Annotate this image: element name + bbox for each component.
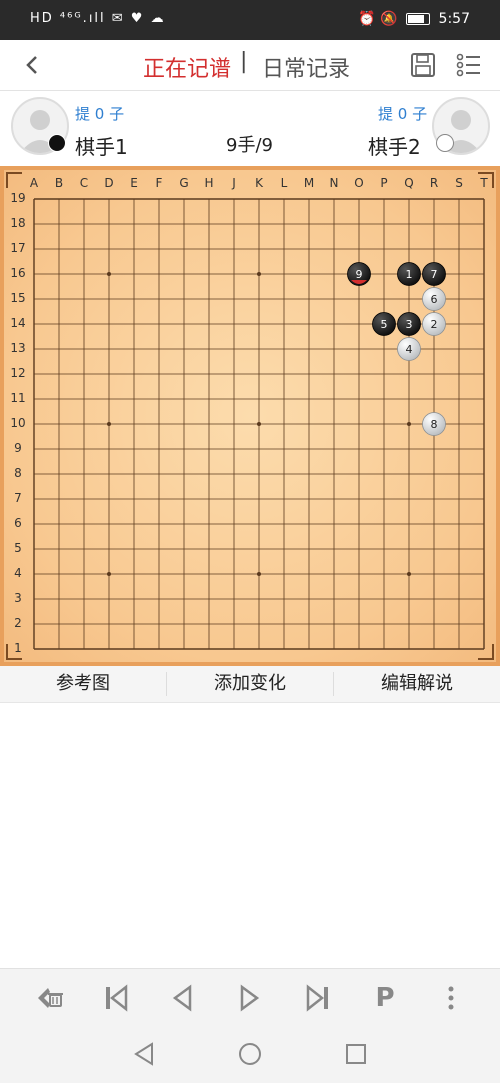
move-number: 9 (356, 268, 363, 281)
black-stone[interactable]: 3 (397, 312, 421, 336)
star-point (107, 422, 111, 426)
next-move-icon (240, 984, 260, 1012)
star-point (407, 572, 411, 576)
white-player-name[interactable]: 棋手2 (368, 131, 421, 160)
back-button[interactable] (18, 48, 48, 82)
star-point (257, 422, 261, 426)
player-row: 提 0 子 棋手1 9手/9 提 0 子 棋手2 (0, 91, 500, 163)
black-captures: 提 0 子 (75, 105, 125, 123)
board-grid: 1 2 3 4 5 6 7 8 9 (33, 198, 485, 650)
move-nav-toolbar: P (0, 968, 500, 1027)
list-icon (456, 53, 480, 77)
edit-comment-button[interactable]: 编辑解说 (334, 666, 500, 702)
system-home-icon[interactable] (238, 1042, 262, 1066)
last-move-button[interactable] (302, 983, 332, 1013)
last-move-icon (306, 984, 328, 1012)
floppy-icon (411, 53, 435, 77)
move-number: 6 (431, 293, 438, 306)
move-number: 2 (431, 318, 438, 331)
star-point (107, 572, 111, 576)
black-player-name[interactable]: 棋手1 (75, 131, 128, 160)
star-point (107, 272, 111, 276)
white-stone[interactable]: 2 (422, 312, 446, 336)
board-frame: ABCDEFGHJKLMNOPQRST 19 18 17 16 15 14 13 12 11 10… (0, 166, 500, 666)
pass-button[interactable]: P (370, 983, 400, 1013)
move-number: 3 (406, 318, 413, 331)
black-stone[interactable]: 1 (397, 262, 421, 286)
undo-delete-button[interactable] (36, 983, 66, 1013)
status-icons: HD ⁴⁶ᴳ.ıll ✉ ♥ ☁ (30, 11, 166, 26)
white-stone[interactable]: 6 (422, 287, 446, 311)
status-bar: HD ⁴⁶ᴳ.ıll ✉ ♥ ☁ ⏰ 🔕 5:57 (0, 0, 500, 40)
white-stone-icon (436, 134, 454, 152)
black-stone[interactable]: 7 (422, 262, 446, 286)
tab-daily-record[interactable]: 日常记录 (262, 51, 350, 83)
move-number: 1 (406, 268, 413, 281)
prev-move-icon (172, 984, 192, 1012)
add-variation-button[interactable]: 添加变化 (167, 666, 333, 702)
alarm-icon: ⏰ (358, 11, 376, 27)
chevron-left-icon (26, 56, 37, 74)
prev-move-button[interactable] (168, 983, 198, 1013)
move-number: 4 (406, 343, 413, 356)
move-counter: 9手/9 (226, 135, 273, 156)
star-point (407, 422, 411, 426)
mute-icon: 🔕 (380, 11, 398, 27)
white-stone[interactable]: 8 (422, 412, 446, 436)
system-nav-bar (0, 1026, 500, 1083)
black-stone[interactable]: 9 (347, 262, 371, 286)
reference-diagram-button[interactable]: 参考图 (0, 666, 166, 702)
white-stone[interactable]: 4 (397, 337, 421, 361)
move-number: 8 (431, 418, 438, 431)
black-stone-icon (48, 134, 66, 152)
more-icon (448, 986, 454, 1010)
first-move-icon (106, 984, 128, 1012)
go-board[interactable]: ABCDEFGHJKLMNOPQRST 19 18 17 16 15 14 13 12 11 10… (4, 170, 496, 662)
system-back-icon[interactable] (132, 1042, 156, 1066)
status-right: ⏰ 🔕 5:57 (358, 11, 470, 27)
black-stone[interactable]: 5 (372, 312, 396, 336)
move-number: 5 (381, 318, 388, 331)
star-point (257, 572, 261, 576)
system-recents-icon[interactable] (344, 1042, 368, 1066)
menu-button[interactable] (456, 52, 482, 78)
more-button[interactable] (436, 983, 466, 1013)
app-header: 正在记谱 | 日常记录 (0, 40, 500, 91)
white-captures: 提 0 子 (378, 105, 428, 123)
first-move-button[interactable] (102, 983, 132, 1013)
delete-back-icon (38, 988, 63, 1008)
tab-recording[interactable]: 正在记谱 (143, 51, 231, 83)
move-number: 7 (431, 268, 438, 281)
title-separator: | (240, 49, 248, 74)
action-bar: 参考图 添加变化 编辑解说 (0, 666, 500, 703)
star-point (257, 272, 261, 276)
save-button[interactable] (410, 52, 436, 78)
clock: 5:57 (438, 11, 470, 27)
battery-icon (406, 13, 431, 25)
next-move-button[interactable] (234, 983, 264, 1013)
